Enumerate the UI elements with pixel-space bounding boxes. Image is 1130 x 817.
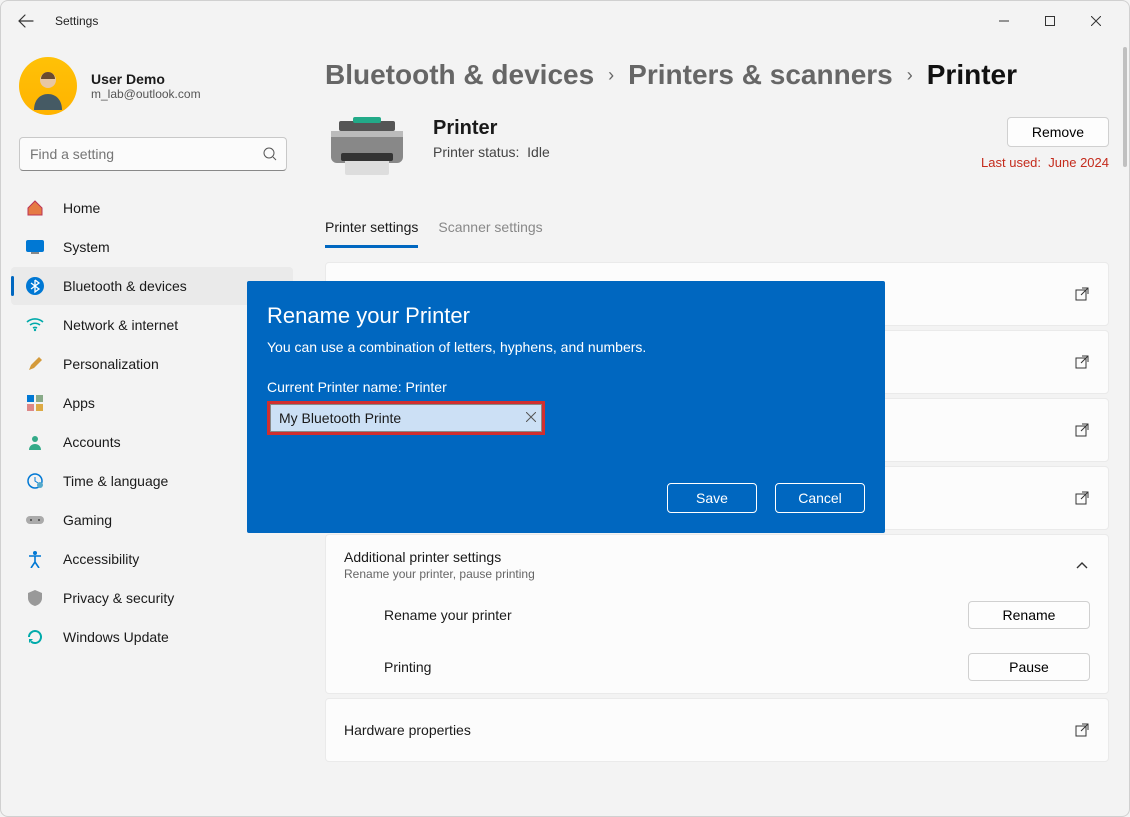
printer-name: Printer <box>433 117 550 140</box>
arrow-left-icon <box>18 13 34 29</box>
card-hardware-properties[interactable]: Hardware properties <box>325 698 1109 762</box>
window-controls <box>981 5 1119 37</box>
sidebar-item-label: Apps <box>63 395 95 411</box>
chevron-up-icon <box>1074 557 1090 573</box>
sidebar-item-label: Personalization <box>63 356 159 372</box>
sidebar-item-label: Gaming <box>63 512 112 528</box>
rename-printer-dialog: Rename your Printer You can use a combin… <box>247 281 885 533</box>
row-label: Printing <box>384 659 431 675</box>
close-icon <box>526 412 536 422</box>
dialog-title: Rename your Printer <box>267 303 865 329</box>
card-additional-printer-settings: Additional printer settings Rename your … <box>325 534 1109 694</box>
close-icon <box>1091 16 1101 26</box>
last-used-text: Last used: June 2024 <box>981 155 1109 170</box>
scrollbar-thumb[interactable] <box>1123 47 1127 167</box>
remove-button[interactable]: Remove <box>1007 117 1109 147</box>
sidebar-item-label: Time & language <box>63 473 168 489</box>
bluetooth-icon <box>25 276 45 296</box>
titlebar: Settings <box>1 1 1129 41</box>
printer-icon <box>325 117 409 179</box>
row-rename-printer: Rename your printer Rename <box>344 589 1090 641</box>
rename-button[interactable]: Rename <box>968 601 1090 629</box>
save-button[interactable]: Save <box>667 483 757 513</box>
window-title: Settings <box>55 14 98 28</box>
sidebar-item-label: System <box>63 239 110 255</box>
external-link-icon <box>1074 422 1090 438</box>
maximize-button[interactable] <box>1027 5 1073 37</box>
update-icon <box>25 627 45 647</box>
card-header[interactable]: Additional printer settings Rename your … <box>344 549 1090 581</box>
sidebar-item-update[interactable]: Windows Update <box>11 618 293 656</box>
avatar <box>19 57 77 115</box>
dialog-input-wrap <box>267 401 545 435</box>
sidebar-item-label: Accounts <box>63 434 121 450</box>
row-label: Rename your printer <box>384 607 512 623</box>
settings-window: Settings User Demo m_lab@outlook.com <box>0 0 1130 817</box>
brush-icon <box>25 354 45 374</box>
card-title: Additional printer settings <box>344 549 535 565</box>
sidebar-item-privacy[interactable]: Privacy & security <box>11 579 293 617</box>
cancel-button[interactable]: Cancel <box>775 483 865 513</box>
tab-printer-settings[interactable]: Printer settings <box>325 213 418 248</box>
search-icon <box>263 147 277 161</box>
breadcrumb-link-1[interactable]: Bluetooth & devices <box>325 59 594 91</box>
card-subtitle: Rename your printer, pause printing <box>344 567 535 581</box>
breadcrumb-link-2[interactable]: Printers & scanners <box>628 59 893 91</box>
printer-header: Printer Printer status: Idle Remove Last… <box>325 117 1109 179</box>
sidebar-item-label: Windows Update <box>63 629 169 645</box>
user-block[interactable]: User Demo m_lab@outlook.com <box>7 47 301 125</box>
external-link-icon <box>1074 490 1090 506</box>
shield-icon <box>25 588 45 608</box>
accessibility-icon <box>25 549 45 569</box>
clear-input-button[interactable] <box>526 409 536 427</box>
system-icon <box>25 237 45 257</box>
close-button[interactable] <box>1073 5 1119 37</box>
back-button[interactable] <box>11 6 41 36</box>
sidebar-item-accessibility[interactable]: Accessibility <box>11 540 293 578</box>
minimize-button[interactable] <box>981 5 1027 37</box>
sidebar-item-system[interactable]: System <box>11 228 293 266</box>
external-link-icon <box>1074 286 1090 302</box>
external-link-icon <box>1074 722 1090 738</box>
tab-scanner-settings[interactable]: Scanner settings <box>438 213 542 248</box>
card-title: Hardware properties <box>344 722 471 738</box>
tabs: Printer settings Scanner settings <box>325 213 1109 248</box>
search-input[interactable] <box>19 137 287 171</box>
minimize-icon <box>999 16 1009 26</box>
chevron-right-icon: › <box>907 65 913 86</box>
user-email: m_lab@outlook.com <box>91 87 201 101</box>
sidebar-item-label: Accessibility <box>63 551 139 567</box>
home-icon <box>25 198 45 218</box>
sidebar-item-label: Privacy & security <box>63 590 174 606</box>
pause-button[interactable]: Pause <box>968 653 1090 681</box>
dialog-current-name: Current Printer name: Printer <box>267 379 865 395</box>
printer-status: Printer status: Idle <box>433 144 550 160</box>
row-printing: Printing Pause <box>344 641 1090 693</box>
maximize-icon <box>1045 16 1055 26</box>
sidebar-item-label: Network & internet <box>63 317 178 333</box>
breadcrumb-current: Printer <box>927 59 1017 91</box>
rename-input[interactable] <box>270 404 542 432</box>
wifi-icon <box>25 315 45 335</box>
breadcrumb: Bluetooth & devices › Printers & scanner… <box>325 59 1109 91</box>
gamepad-icon <box>25 510 45 530</box>
person-icon <box>25 432 45 452</box>
search-button[interactable] <box>259 143 281 165</box>
sidebar-item-label: Home <box>63 200 100 216</box>
clock-icon <box>25 471 45 491</box>
apps-icon <box>25 393 45 413</box>
external-link-icon <box>1074 354 1090 370</box>
dialog-description: You can use a combination of letters, hy… <box>267 339 865 355</box>
sidebar-item-home[interactable]: Home <box>11 189 293 227</box>
user-name: User Demo <box>91 71 201 87</box>
chevron-right-icon: › <box>608 65 614 86</box>
sidebar-item-label: Bluetooth & devices <box>63 278 187 294</box>
search-wrap <box>19 137 287 171</box>
